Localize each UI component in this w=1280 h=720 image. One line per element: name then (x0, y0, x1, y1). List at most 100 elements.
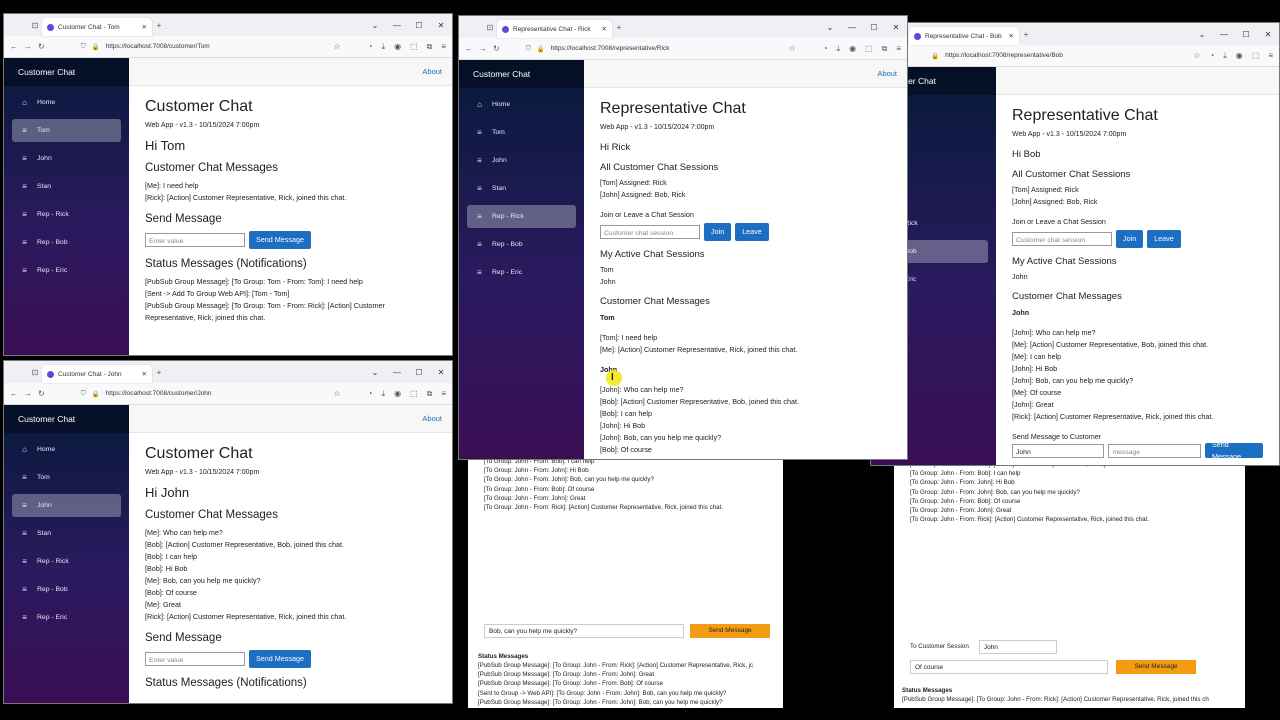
back-icon[interactable]: ← (10, 42, 18, 51)
bookmark-star-icon[interactable]: ☆ (334, 42, 341, 52)
pocket-icon[interactable]: ◔ (368, 389, 373, 399)
lower-mid-message-input[interactable]: Bob, can you help me quickly? (484, 624, 684, 638)
pocket-icon[interactable]: ◔ (368, 42, 373, 52)
new-tab-icon[interactable]: + (152, 21, 166, 30)
send-message-button[interactable]: Send Message (249, 650, 311, 668)
bookmark-star-icon[interactable]: ☆ (334, 389, 341, 399)
bookmark-star-icon[interactable]: ☆ (789, 44, 796, 54)
sidebar-item-0[interactable]: ⌂ Home (12, 438, 121, 461)
sidebar-item-1[interactable]: ≡ Tom (12, 466, 121, 489)
tab-john[interactable]: Customer Chat - John ✕ (42, 365, 152, 383)
maximize-icon[interactable]: ☐ (408, 368, 430, 377)
join-button[interactable]: Join (1116, 230, 1144, 248)
pocket-icon[interactable]: ◔ (823, 44, 828, 54)
minimize-icon[interactable]: — (386, 21, 408, 30)
account-icon[interactable]: ◉ (394, 42, 401, 52)
sidebar-item-5[interactable]: ≡ Rep - Bob (12, 578, 121, 601)
leave-button[interactable]: Leave (735, 223, 769, 241)
maximize-icon[interactable]: ☐ (863, 23, 885, 32)
address-bar[interactable]: https://localhost:7008/representative/Bo… (945, 52, 1063, 59)
close-window-icon[interactable]: ✕ (885, 23, 907, 32)
download-icon[interactable]: ⤓ (382, 389, 386, 399)
tab-close-icon[interactable]: ✕ (602, 25, 607, 33)
send-message-button[interactable]: Send Message (249, 231, 311, 249)
join-button[interactable]: Join (704, 223, 732, 241)
new-tab-icon[interactable]: + (1019, 30, 1033, 39)
forward-icon[interactable]: → (24, 42, 32, 51)
customer-input[interactable]: John (1012, 443, 1105, 458)
download-icon[interactable]: ⤓ (1223, 51, 1227, 61)
sidebar-item-3[interactable]: ≡ Stan (467, 177, 576, 200)
puzzle-icon[interactable]: ⧉ (427, 42, 433, 52)
sidebar-item-4[interactable]: ≡ Rep - Rick (467, 205, 576, 228)
account-icon[interactable]: ◉ (1236, 51, 1243, 61)
menu-icon[interactable]: ≡ (441, 42, 446, 52)
download-icon[interactable]: ⤓ (382, 42, 386, 52)
tab-close-icon[interactable]: ✕ (1009, 32, 1014, 40)
back-icon[interactable]: ← (465, 44, 473, 53)
new-tab-icon[interactable]: + (152, 368, 166, 377)
session-input[interactable]: Customer chat session (1012, 232, 1112, 246)
about-link[interactable]: About (422, 414, 442, 423)
reload-icon[interactable]: ↻ (38, 389, 45, 398)
sidebar-item-5[interactable]: ≡ Rep - Bob (12, 231, 121, 254)
tab-list-chevron-icon[interactable]: ⌄ (364, 21, 386, 30)
tab-tom[interactable]: Customer Chat - Tom ✕ (42, 18, 152, 36)
sidebar-item-2[interactable]: ≡ John (12, 494, 121, 517)
bookmark-star-icon[interactable]: ☆ (1193, 51, 1200, 61)
puzzle-icon[interactable]: ⧉ (882, 44, 888, 54)
menu-icon[interactable]: ≡ (441, 389, 446, 399)
sidebar-item-0[interactable]: ⌂ Home (12, 91, 121, 114)
sidebar-item-2[interactable]: ≡ John (467, 149, 576, 172)
extensions-icon[interactable]: ⬚ (865, 44, 873, 54)
close-window-icon[interactable]: ✕ (1257, 30, 1279, 39)
about-link[interactable]: About (877, 69, 897, 78)
sidebar-item-4[interactable]: ≡ Rep - Rick (12, 550, 121, 573)
forward-icon[interactable]: → (479, 44, 487, 53)
tab-view-icon[interactable]: ⊡ (28, 368, 42, 377)
minimize-icon[interactable]: — (841, 23, 863, 32)
address-bar[interactable]: https://localhost:7008/customer/Tom (106, 43, 210, 50)
sidebar-item-1[interactable]: ≡ Tom (12, 119, 121, 142)
about-link[interactable]: About (422, 67, 442, 76)
close-window-icon[interactable]: ✕ (430, 21, 452, 30)
tab-list-chevron-icon[interactable]: ⌄ (364, 368, 386, 377)
lower-right-send-button[interactable]: Send Message (1116, 660, 1196, 674)
sidebar-item-5[interactable]: ≡ Rep - Bob (467, 233, 576, 256)
tab-view-icon[interactable]: ⊡ (483, 23, 497, 32)
lower-right-message-input[interactable]: Of course (910, 660, 1108, 674)
tab-close-icon[interactable]: ✕ (142, 23, 147, 31)
message-input[interactable]: Enter value (145, 233, 245, 247)
address-bar[interactable]: https://localhost:7008/customer/John (106, 390, 212, 397)
sidebar-item-6[interactable]: ≡ Rep - Eric (467, 261, 576, 284)
message-input[interactable]: Enter value (145, 652, 245, 666)
sidebar-item-3[interactable]: ≡ Stan (12, 522, 121, 545)
tab-rick[interactable]: Representative Chat - Rick ✕ (497, 20, 612, 38)
back-icon[interactable]: ← (10, 389, 18, 398)
sidebar-item-1[interactable]: ≡ Tom (467, 121, 576, 144)
download-icon[interactable]: ⤓ (837, 44, 841, 54)
maximize-icon[interactable]: ☐ (408, 21, 430, 30)
sidebar-item-2[interactable]: ≡ John (12, 147, 121, 170)
sidebar-item-0[interactable]: ⌂ Home (467, 93, 576, 116)
lower-mid-send-button[interactable]: Send Message (690, 624, 770, 638)
extensions-icon[interactable]: ⬚ (410, 42, 418, 52)
send-message-button[interactable]: Send Message (1204, 440, 1263, 461)
menu-icon[interactable]: ≡ (896, 44, 901, 54)
minimize-icon[interactable]: — (386, 368, 408, 377)
to-session-input[interactable]: John (978, 640, 1057, 654)
reload-icon[interactable]: ↻ (493, 44, 500, 53)
pocket-icon[interactable]: ◔ (1209, 51, 1214, 61)
session-input[interactable]: Customer chat session (600, 225, 700, 239)
sidebar-item-6[interactable]: ≡ Rep - Eric (12, 606, 121, 629)
leave-button[interactable]: Leave (1147, 230, 1181, 248)
sidebar-item-4[interactable]: ≡ Rep - Rick (12, 203, 121, 226)
minimize-icon[interactable]: — (1213, 30, 1235, 39)
message-input[interactable]: message (1108, 443, 1201, 458)
close-window-icon[interactable]: ✕ (430, 368, 452, 377)
sidebar-item-3[interactable]: ≡ Stan (12, 175, 121, 198)
new-tab-icon[interactable]: + (612, 23, 626, 32)
puzzle-icon[interactable]: ⧉ (427, 389, 433, 399)
tab-close-icon[interactable]: ✕ (142, 370, 147, 378)
menu-icon[interactable]: ≡ (1268, 51, 1273, 61)
